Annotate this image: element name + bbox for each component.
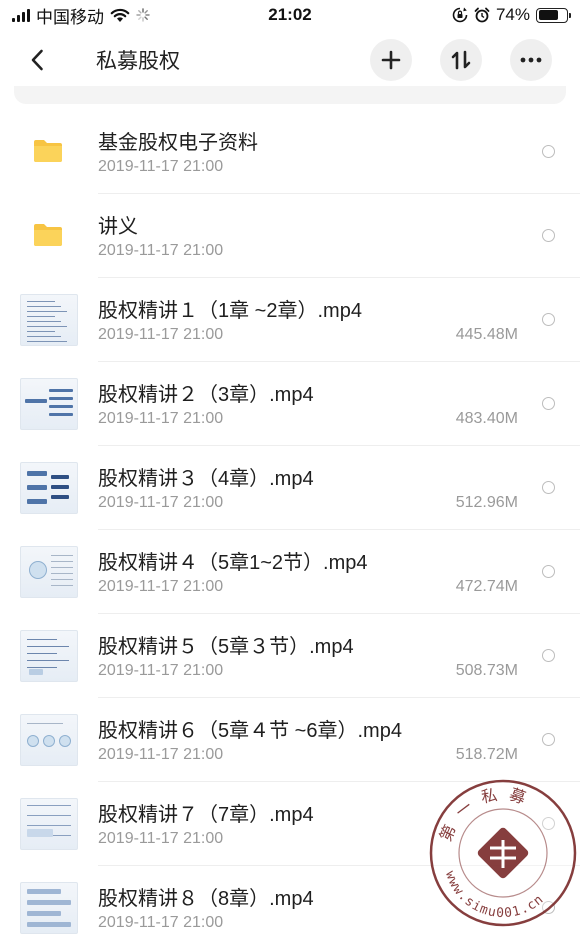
carrier-name: 中国移动 bbox=[36, 7, 104, 27]
back-icon bbox=[31, 49, 43, 71]
select-radio[interactable] bbox=[542, 229, 555, 242]
status-right: 74% bbox=[452, 5, 571, 25]
sort-button[interactable] bbox=[440, 39, 482, 81]
alarm-icon bbox=[474, 7, 490, 23]
battery-level bbox=[538, 10, 559, 20]
select-radio[interactable] bbox=[542, 145, 555, 158]
video-thumbnail bbox=[20, 882, 78, 934]
status-left: 中国移动 bbox=[12, 3, 150, 28]
file-size: 483.40M bbox=[455, 410, 518, 427]
file-date: 2019-11-17 21:00 bbox=[98, 494, 224, 511]
file-row[interactable]: 股权精讲３（4章）.mp4 2019-11-17 21:00 512.96M bbox=[0, 446, 580, 530]
header-actions bbox=[370, 39, 552, 81]
file-size: 512.96M bbox=[455, 494, 518, 511]
select-radio[interactable] bbox=[542, 397, 555, 410]
file-name: 股权精讲７（7章）.mp4 bbox=[98, 804, 314, 826]
video-thumbnail bbox=[20, 378, 78, 430]
file-size: 445.48M bbox=[455, 326, 518, 343]
folder-icon bbox=[34, 224, 62, 246]
folder-row[interactable]: 讲义 2019-11-17 21:00 bbox=[0, 194, 580, 278]
more-button[interactable] bbox=[510, 39, 552, 81]
watermark-seal: 第一私募 www.simu001.cn bbox=[429, 779, 577, 927]
folder-row[interactable]: 基金股权电子资料 2019-11-17 21:00 bbox=[0, 110, 580, 194]
file-date: 2019-11-17 21:00 bbox=[98, 662, 224, 679]
folder-icon bbox=[34, 140, 62, 162]
orientation-lock-icon bbox=[452, 7, 468, 23]
file-name: 讲义 bbox=[98, 216, 138, 238]
video-thumbnail bbox=[20, 294, 78, 346]
file-name: 股权精讲５（5章３节）.mp4 bbox=[98, 636, 354, 658]
file-date: 2019-11-17 21:00 bbox=[98, 914, 224, 931]
add-button[interactable] bbox=[370, 39, 412, 81]
page-title: 私募股权 bbox=[96, 50, 180, 73]
status-bar: 中国移动 21:02 74% bbox=[0, 0, 580, 30]
file-date: 2019-11-17 21:00 bbox=[98, 410, 224, 427]
navigation-header: 私募股权 bbox=[0, 30, 580, 90]
back-button[interactable] bbox=[12, 35, 62, 85]
select-radio[interactable] bbox=[542, 649, 555, 662]
file-name: 股权精讲３（4章）.mp4 bbox=[98, 468, 314, 490]
file-name: 基金股权电子资料 bbox=[98, 132, 258, 154]
file-name: 股权精讲８（8章）.mp4 bbox=[98, 888, 314, 910]
sort-icon bbox=[451, 50, 471, 70]
file-date: 2019-11-17 21:00 bbox=[98, 578, 224, 595]
select-radio[interactable] bbox=[542, 313, 555, 326]
file-size: 508.73M bbox=[455, 662, 518, 679]
file-name: 股权精讲１（1章 ~2章）.mp4 bbox=[98, 300, 362, 322]
video-thumbnail bbox=[20, 630, 78, 682]
file-date: 2019-11-17 21:00 bbox=[98, 746, 224, 763]
wifi-icon bbox=[110, 8, 130, 22]
video-thumbnail bbox=[20, 798, 78, 850]
loading-spinner-icon bbox=[136, 8, 150, 22]
file-name: 股权精讲４（5章1~2节）.mp4 bbox=[98, 552, 368, 574]
file-name: 股权精讲２（3章）.mp4 bbox=[98, 384, 314, 406]
file-date: 2019-11-17 21:00 bbox=[98, 326, 224, 343]
file-date: 2019-11-17 21:00 bbox=[98, 830, 224, 847]
plus-icon bbox=[381, 50, 401, 70]
file-name: 股权精讲６（5章４节 ~6章）.mp4 bbox=[98, 720, 402, 742]
select-radio[interactable] bbox=[542, 733, 555, 746]
file-row[interactable]: 股权精讲４（5章1~2节）.mp4 2019-11-17 21:00 472.74M bbox=[0, 530, 580, 614]
file-date: 2019-11-17 21:00 bbox=[98, 158, 224, 175]
file-row[interactable]: 股权精讲２（3章）.mp4 2019-11-17 21:00 483.40M bbox=[0, 362, 580, 446]
battery-percent: 74% bbox=[495, 5, 530, 24]
file-row[interactable]: 股权精讲６（5章４节 ~6章）.mp4 2019-11-17 21:00 518.7… bbox=[0, 698, 580, 782]
select-radio[interactable] bbox=[542, 565, 555, 578]
more-icon bbox=[520, 57, 542, 63]
file-size: 472.74M bbox=[455, 578, 518, 595]
file-row[interactable]: 股权精讲５（5章３节）.mp4 2019-11-17 21:00 508.73M bbox=[0, 614, 580, 698]
select-radio[interactable] bbox=[542, 481, 555, 494]
video-thumbnail bbox=[20, 546, 78, 598]
file-size: 518.72M bbox=[455, 746, 518, 763]
video-thumbnail bbox=[20, 462, 78, 514]
battery-icon bbox=[536, 7, 571, 23]
search-shelf[interactable] bbox=[14, 86, 566, 104]
video-thumbnail bbox=[20, 714, 78, 766]
file-row[interactable]: 股权精讲１（1章 ~2章）.mp4 2019-11-17 21:00 445.48M bbox=[0, 278, 580, 362]
signal-strength-icon bbox=[12, 8, 30, 22]
file-date: 2019-11-17 21:00 bbox=[98, 242, 224, 259]
